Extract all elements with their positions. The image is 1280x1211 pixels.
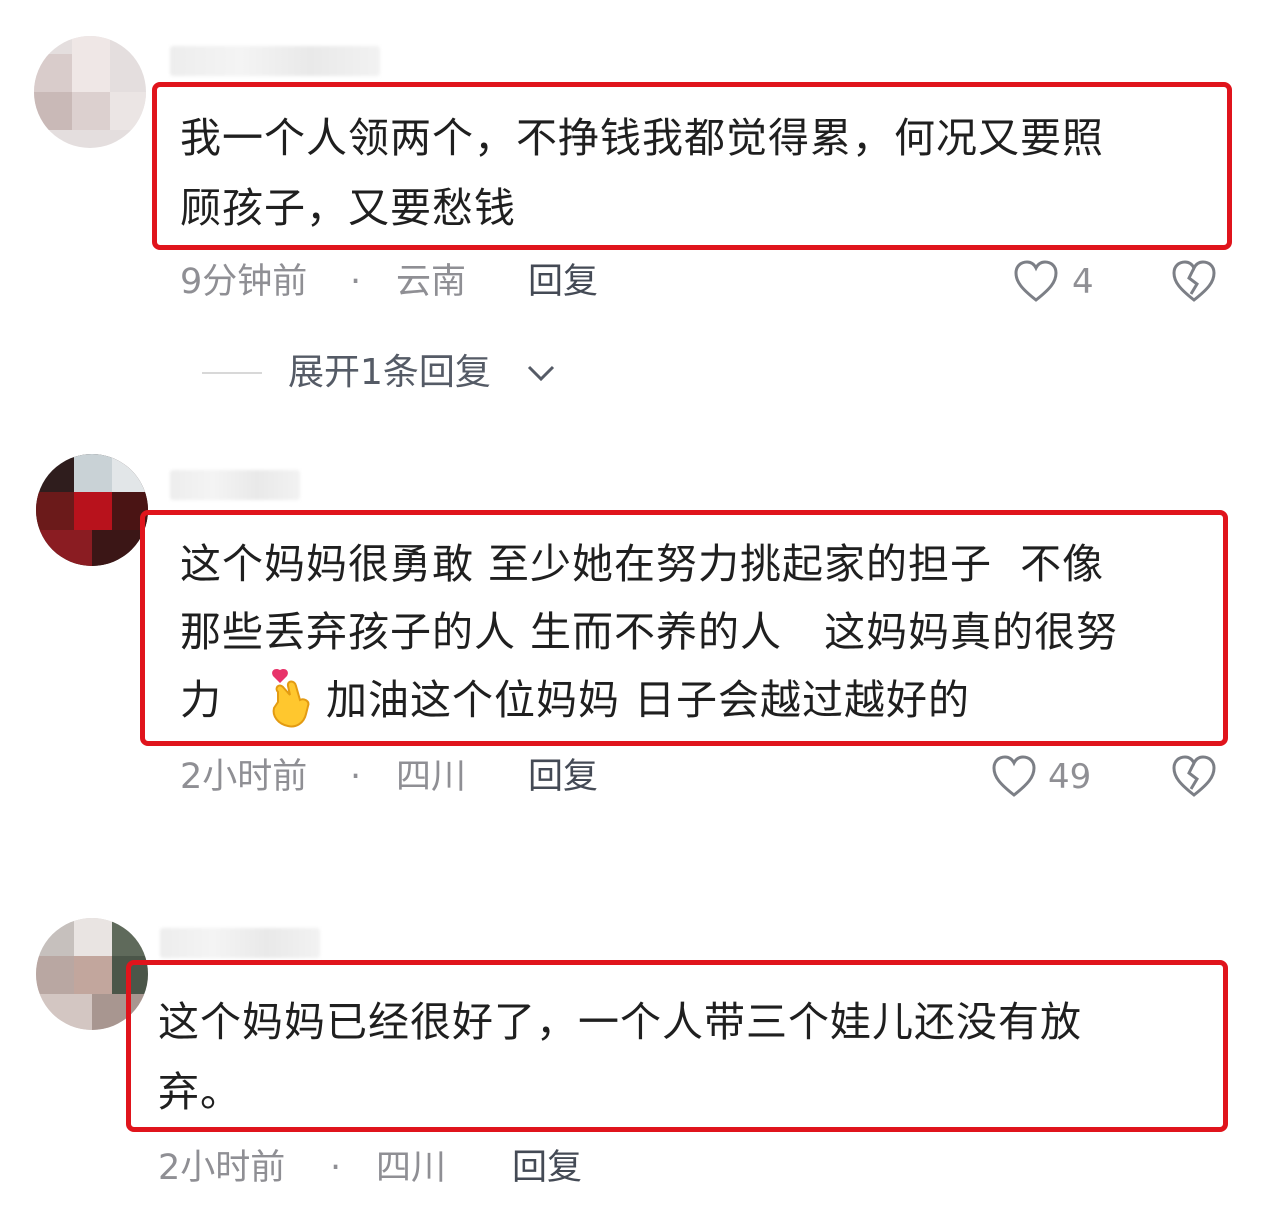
heart-outline-icon[interactable] <box>1012 258 1060 304</box>
reply-button[interactable]: 回复 <box>512 1148 582 1188</box>
divider <box>202 372 262 374</box>
reply-button[interactable]: 回复 <box>528 757 598 797</box>
username-redacted[interactable] <box>160 928 320 958</box>
comment-location: 四川 <box>396 757 467 797</box>
expand-replies-button[interactable]: 展开1条回复 <box>288 353 491 393</box>
comment-text-line: 这个妈妈已经很好了，一个人带三个娃儿还没有放 <box>158 998 1082 1046</box>
broken-heart-icon[interactable] <box>1170 258 1218 304</box>
avatar[interactable] <box>34 36 146 148</box>
comment-text-line: 加油这个位妈妈 日子会越过越好的 <box>326 676 971 724</box>
comment-time: 9分钟前 <box>180 262 308 302</box>
meta-separator: · <box>330 1148 342 1188</box>
comment-text-line: 那些丢弃孩子的人 生而不养的人 这妈妈真的很努 <box>180 608 1119 656</box>
broken-heart-icon[interactable] <box>1170 753 1218 799</box>
comment-time: 2小时前 <box>158 1148 286 1188</box>
comment-text-line: 这个妈妈很勇敢 至少她在努力挑起家的担子 不像 <box>180 540 1105 588</box>
comment-text-line: 弃。 <box>158 1068 242 1116</box>
comment-text-line: 力 <box>180 676 251 724</box>
like-count: 49 <box>1048 757 1092 797</box>
username-redacted[interactable] <box>170 470 300 500</box>
avatar[interactable] <box>36 454 148 566</box>
comment-text-line: 我一个人领两个，不挣钱我都觉得累，何况又要照 <box>180 114 1104 162</box>
meta-separator: · <box>350 757 362 797</box>
chevron-down-icon[interactable] <box>526 362 556 384</box>
like-count: 4 <box>1072 262 1094 302</box>
comment-time: 2小时前 <box>180 757 308 797</box>
heart-outline-icon[interactable] <box>990 753 1038 799</box>
username-redacted[interactable] <box>170 46 380 76</box>
reply-button[interactable]: 回复 <box>528 262 598 302</box>
comment-location: 云南 <box>396 262 467 302</box>
comment-text-line: 顾孩子，又要愁钱 <box>180 184 516 232</box>
meta-separator: · <box>350 262 362 302</box>
comment-location: 四川 <box>376 1148 447 1188</box>
finger-heart-emoji <box>272 668 310 728</box>
